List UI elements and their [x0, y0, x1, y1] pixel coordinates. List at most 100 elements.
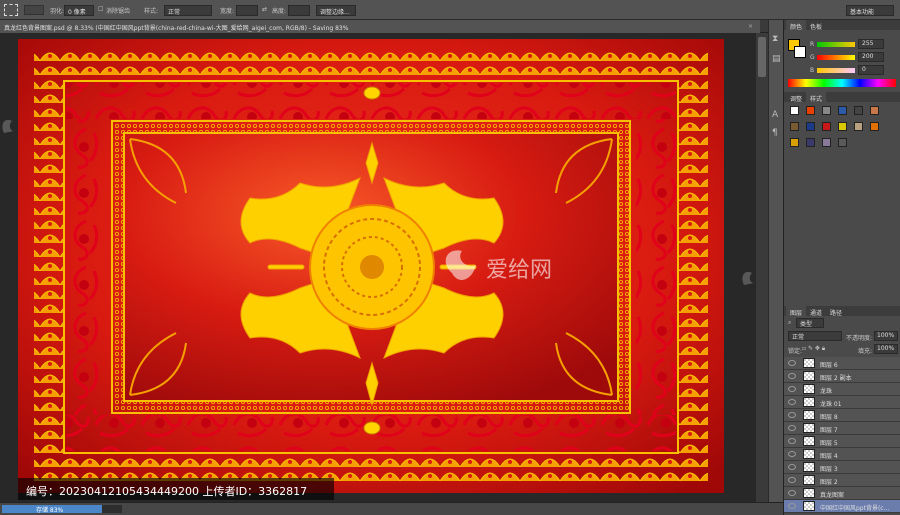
visibility-eye-icon[interactable]	[788, 360, 796, 366]
fill-input[interactable]: 100%	[874, 344, 898, 354]
visibility-eye-icon[interactable]	[788, 412, 796, 418]
selection-mode-icons[interactable]	[24, 5, 44, 15]
feather-label: 羽化:	[50, 8, 65, 15]
tab-color[interactable]: 颜色	[786, 20, 807, 31]
layer-row[interactable]: 图层 8	[784, 409, 900, 422]
width-input[interactable]	[236, 5, 258, 16]
layer-row[interactable]: 中国红中国风ppt背景(c...	[784, 500, 900, 513]
dragon-pearl-bottom	[363, 421, 381, 435]
marquee-tool-icon[interactable]	[4, 4, 18, 16]
tab-styles[interactable]: 样式	[806, 92, 827, 103]
layer-kind-filter[interactable]: 类型	[796, 318, 824, 328]
save-progress-label: 存储 83%	[36, 507, 64, 514]
refine-edge-button[interactable]: 调整边缘...	[316, 5, 356, 16]
style-swatch[interactable]	[870, 122, 879, 131]
style-swatch[interactable]	[838, 138, 847, 147]
visibility-eye-icon[interactable]	[788, 425, 796, 431]
r-slider[interactable]	[817, 42, 855, 47]
style-swatch[interactable]	[838, 106, 847, 115]
style-swatch[interactable]	[854, 106, 863, 115]
character-icon[interactable]: A	[772, 110, 778, 120]
layer-name: 图层 4	[820, 453, 838, 460]
style-swatch[interactable]	[838, 122, 847, 131]
style-swatch[interactable]	[806, 106, 815, 115]
visibility-eye-icon[interactable]	[788, 399, 796, 405]
visibility-eye-icon[interactable]	[788, 477, 796, 483]
style-swatch[interactable]	[822, 122, 831, 131]
layer-row[interactable]: 图层 6	[784, 357, 900, 370]
visibility-eye-icon[interactable]	[788, 373, 796, 379]
background-swatch[interactable]	[794, 46, 806, 58]
canvas-area[interactable]: 爱给网 编号：20230412105434449200 上传者ID：336281…	[0, 33, 768, 502]
antialias-checkbox[interactable]: ☐	[98, 6, 103, 13]
tab-swatches[interactable]: 色板	[806, 20, 826, 31]
visibility-eye-icon[interactable]	[788, 451, 796, 457]
layer-name: 图层 2	[820, 479, 838, 486]
style-swatch[interactable]	[806, 122, 815, 131]
layer-name: 图层 2 副本	[820, 375, 852, 382]
style-swatch[interactable]	[870, 106, 879, 115]
g-input[interactable]: 200	[858, 52, 884, 62]
lock-icons[interactable]: ▫ ✎ ✥ 🔒︎	[802, 345, 825, 353]
r-input[interactable]: 255	[858, 39, 884, 49]
visibility-eye-icon[interactable]	[788, 464, 796, 470]
layer-row[interactable]: 图层 2 副本	[784, 370, 900, 383]
tab-adjustments[interactable]: 调整	[786, 92, 806, 103]
style-select[interactable]: 正常	[164, 5, 212, 16]
layer-thumbnail	[803, 462, 815, 472]
layer-row[interactable]: 图层 4	[784, 448, 900, 461]
layer-name: 图层 8	[820, 414, 838, 421]
footer-id-banner: 编号：20230412105434449200 上传者ID：3362817	[18, 478, 334, 500]
close-tab-icon[interactable]: ×	[748, 23, 753, 30]
document-tab[interactable]: 真龙红色背景图案.psd @ 8.33% (中国红中国风ppt背景(china-…	[0, 20, 760, 33]
style-swatch[interactable]	[822, 138, 831, 147]
blend-mode-select[interactable]: 正常	[788, 331, 842, 341]
layer-row[interactable]: 图层 7	[784, 422, 900, 435]
scroll-thumb[interactable]	[758, 37, 766, 77]
visibility-eye-icon[interactable]	[788, 386, 796, 392]
workspace-select[interactable]: 基本功能	[846, 5, 894, 16]
layer-name: 真龙图案	[820, 492, 845, 499]
layer-row[interactable]: 图层 3	[784, 461, 900, 474]
layer-row[interactable]: 图层 5	[784, 435, 900, 448]
swap-icon[interactable]: ⇄	[262, 6, 267, 13]
options-bar: 羽化: 0 像素 ☐ 消除锯齿 样式: 正常 宽度: ⇄ 高度: 调整边缘...…	[0, 0, 900, 20]
g-label: G	[810, 54, 815, 61]
style-swatch[interactable]	[854, 122, 863, 131]
b-input[interactable]: 0	[858, 65, 884, 75]
style-swatch[interactable]	[790, 138, 799, 147]
fill-label: 填充:	[858, 348, 873, 355]
layer-row[interactable]: 龙珠 01	[784, 396, 900, 409]
visibility-eye-icon[interactable]	[788, 490, 796, 496]
tab-channels[interactable]: 通道	[806, 306, 826, 317]
style-swatch[interactable]	[806, 138, 815, 147]
style-swatch[interactable]	[790, 106, 799, 115]
layer-row[interactable]: 真龙图案	[784, 487, 900, 500]
width-label: 宽度:	[220, 8, 235, 15]
layer-name: 中国红中国风ppt背景(c...	[820, 505, 890, 512]
layer-row[interactable]: 图层 2	[784, 474, 900, 487]
g-slider[interactable]	[817, 55, 855, 60]
layer-thumbnail	[803, 384, 815, 394]
feather-input[interactable]: 0 像素	[64, 5, 94, 16]
visibility-eye-icon[interactable]	[788, 438, 796, 444]
layer-row[interactable]: 龙珠	[784, 383, 900, 396]
artwork: 爱给网	[0, 33, 768, 502]
search-icon[interactable]: ⌕	[788, 319, 791, 327]
tab-layers[interactable]: 图层	[786, 306, 807, 317]
b-slider[interactable]	[817, 68, 855, 73]
height-input[interactable]	[288, 5, 310, 16]
color-spectrum[interactable]	[788, 79, 896, 87]
watermark: 爱给网	[486, 258, 552, 283]
tab-paths[interactable]: 路径	[826, 306, 846, 317]
layer-name: 图层 3	[820, 466, 838, 473]
visibility-eye-icon[interactable]	[788, 503, 796, 509]
layer-name: 龙珠	[820, 388, 833, 395]
history-icon[interactable]: ⧗	[772, 34, 778, 44]
properties-icon[interactable]: ▤	[772, 54, 781, 64]
style-swatch[interactable]	[822, 106, 831, 115]
vertical-scrollbar[interactable]	[756, 33, 768, 502]
style-swatch[interactable]	[790, 122, 799, 131]
paragraph-icon[interactable]: ¶	[772, 128, 778, 138]
opacity-input[interactable]: 100%	[874, 331, 898, 341]
